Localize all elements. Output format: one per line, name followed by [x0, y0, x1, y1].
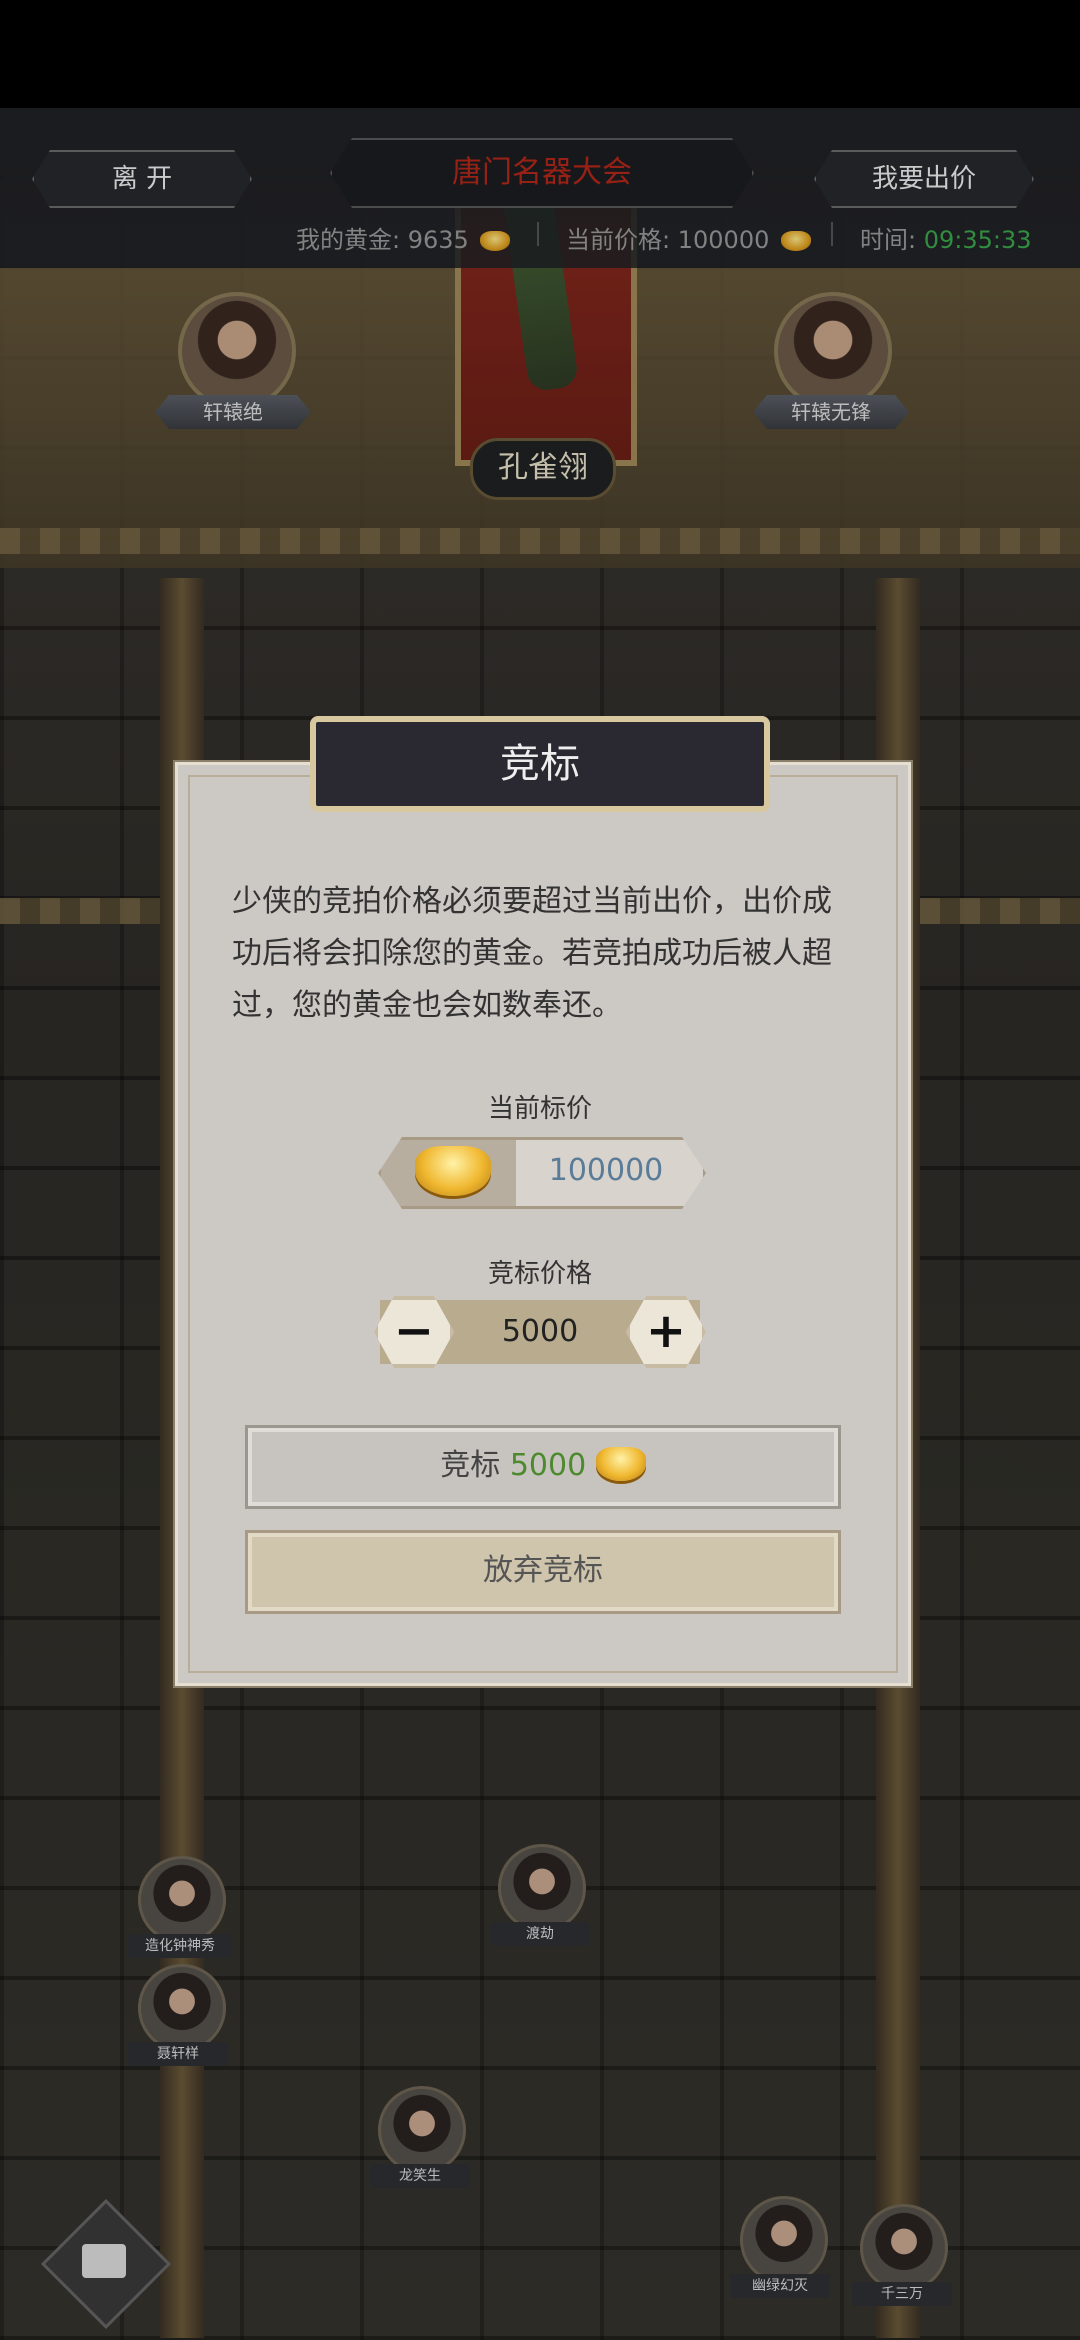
current-bid-label: 当前标价	[487, 1094, 592, 1124]
bid-button-label: 竞标	[440, 1448, 501, 1483]
bid-button-amount: 5000	[509, 1448, 587, 1483]
bid-price-stepper: − 5000 +	[380, 1300, 700, 1364]
minus-icon[interactable]: −	[374, 1296, 454, 1368]
confirm-bid-button[interactable]: 竞标 5000	[245, 1425, 841, 1509]
bid-price-label: 竞标价格	[487, 1259, 592, 1289]
dialog-title: 竞标	[310, 716, 770, 812]
gold-ingot-icon	[415, 1146, 491, 1196]
plus-icon[interactable]: +	[626, 1296, 706, 1368]
current-bid-display: 100000	[378, 1137, 706, 1209]
current-bid-value: 100000	[548, 1153, 664, 1188]
gold-ingot-icon	[595, 1446, 646, 1481]
bid-rules-text: 少侠的竞拍价格必须要超过当前出价，出价成功后将会扣除您的黄金。若竞拍成功后被人超…	[232, 884, 832, 1023]
give-up-bid-button[interactable]: 放弃竞标	[245, 1530, 841, 1614]
bid-price-value: 5000	[501, 1314, 579, 1349]
